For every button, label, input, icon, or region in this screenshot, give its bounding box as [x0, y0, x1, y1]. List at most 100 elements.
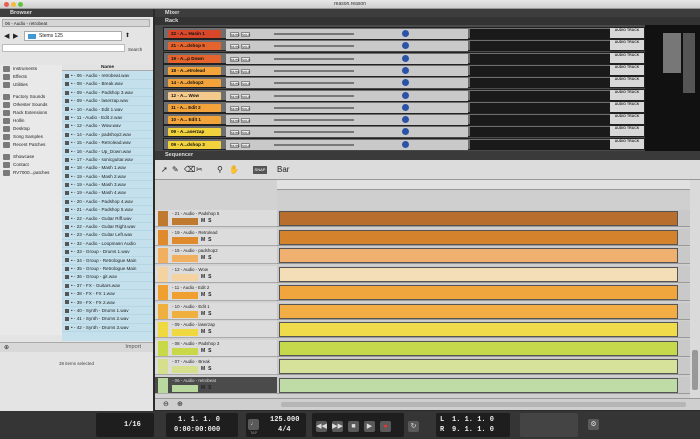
mute-button[interactable]: MUTE: [230, 56, 240, 62]
tap-label[interactable]: TAP: [250, 431, 257, 435]
zoom-out-icon[interactable]: ⊖: [163, 400, 169, 408]
track-mute-button[interactable]: M: [201, 311, 205, 317]
play-button[interactable]: ▶: [364, 421, 375, 432]
mute-button[interactable]: MUTE: [230, 142, 240, 148]
metronome-icon[interactable]: ♩: [248, 419, 259, 430]
location-item[interactable]: Instruments: [0, 65, 62, 73]
track-solo-button[interactable]: S: [208, 311, 211, 317]
location-item[interactable]: Orkester Sounds: [0, 101, 62, 109]
audio-clip[interactable]: [279, 322, 678, 337]
level-fader[interactable]: [274, 143, 354, 146]
audio-clip[interactable]: [279, 359, 678, 374]
track-name[interactable]: - 08 - Audio - Padshop 3: [172, 341, 219, 346]
file-list-item[interactable]: • - 09 - Audio - laserzap.wav: [62, 97, 153, 106]
file-list-item[interactable]: • - 23 - Audio - Guitar Left.wav: [62, 231, 153, 240]
sequencer-track[interactable]: - 09 - Audio - laserzap M S: [155, 321, 277, 338]
location-item[interactable]: Recent Patches: [0, 141, 62, 149]
position-display[interactable]: 1. 1. 1. 0 0:00:00:000: [166, 413, 238, 437]
audio-clip[interactable]: [279, 266, 678, 282]
file-list-item[interactable]: • - 09 - Audio - Padshop 3.wav: [62, 89, 153, 98]
track-lane[interactable]: [277, 265, 690, 283]
location-item[interactable]: Effects: [0, 73, 62, 81]
file-list-item[interactable]: • - 37 - FX - Guitars.wav: [62, 282, 153, 291]
snap-button[interactable]: SNAP: [253, 166, 267, 174]
track-name[interactable]: - 10 - Audio - Edit 1: [172, 304, 210, 309]
pan-knob[interactable]: [402, 116, 409, 124]
sequencer-track[interactable]: - 07 - Audio - Break M S: [155, 358, 277, 375]
solo-button[interactable]: SOLO: [241, 118, 250, 124]
location-item[interactable]: Hollin: [0, 117, 62, 125]
pan-knob[interactable]: [402, 79, 409, 87]
file-list-item[interactable]: • - 06 - Audio - retrobeat.wav: [62, 72, 153, 81]
track-lane[interactable]: [277, 210, 690, 227]
audio-clip[interactable]: [279, 285, 678, 300]
file-list-item[interactable]: • - 17 - Audio - sonicguitar.wav: [62, 156, 153, 165]
file-list-item[interactable]: • - 39 - FX - FX 2.wav: [62, 299, 153, 307]
vertical-scrollbar[interactable]: [690, 180, 700, 398]
add-icon[interactable]: ⊕: [4, 344, 9, 351]
track-mute-button[interactable]: M: [201, 348, 205, 354]
file-list-item[interactable]: • - 14 - Audio - padshop2.wav: [62, 131, 153, 140]
sequencer-track[interactable]: - 19 - Audio - Retrolead M S: [155, 228, 277, 246]
rack-device[interactable]: 22 - A... Hasin 1 MUTE SOLO AUDIO TRACK: [163, 27, 645, 39]
audio-clip[interactable]: [279, 211, 678, 226]
rack-device[interactable]: 21 - A...dshop 5 MUTE SOLO AUDIO TRACK: [163, 39, 645, 52]
select-tool-icon[interactable]: ➚: [161, 165, 168, 174]
track-name[interactable]: - 21 - Audio - Padshop 5: [172, 211, 219, 216]
track-mute-button[interactable]: M: [201, 385, 205, 391]
track-mute-button[interactable]: M: [201, 255, 205, 261]
file-list-item[interactable]: • - 15 - Audio - Retrolead.wav: [62, 139, 153, 148]
solo-button[interactable]: SOLO: [241, 105, 250, 111]
sequencer-track[interactable]: - 08 - Audio - Padshop 3 MS: [155, 339, 277, 357]
solo-button[interactable]: SOLO: [241, 142, 250, 148]
snap-value-dropdown[interactable]: Bar: [277, 165, 289, 174]
file-list-item[interactable]: • - 41 - Synth - Drums 2.wav: [62, 315, 153, 324]
track-lane[interactable]: [277, 284, 690, 301]
rack-device[interactable]: 12 - A... Wow MUTE SOLO AUDIO TRACK: [163, 88, 645, 101]
level-fader[interactable]: [274, 119, 354, 122]
track-lane[interactable]: [277, 376, 690, 394]
pencil-tool-icon[interactable]: ✎: [172, 165, 179, 174]
location-item[interactable]: RV7000...patches: [0, 169, 62, 177]
track-solo-button[interactable]: S: [208, 274, 211, 280]
track-lane[interactable]: [277, 228, 690, 246]
location-item[interactable]: Desktop: [0, 125, 62, 133]
mute-button[interactable]: MUTE: [230, 118, 240, 124]
import-button[interactable]: Import: [125, 344, 141, 350]
location-item[interactable]: Utilities: [0, 81, 62, 89]
level-fader[interactable]: [274, 106, 354, 109]
track-solo-button[interactable]: S: [208, 329, 211, 335]
sequencer-track[interactable]: - 15 - Audio - padshop2 M S: [155, 247, 277, 264]
file-list-item[interactable]: • - 16 - Audio - Up_Down.wav: [62, 148, 153, 156]
rack-device[interactable]: 09 - A...aserzap MUTE SOLO AUDIO TRACK: [163, 125, 645, 138]
chevron-up-icon[interactable]: ⬆: [125, 32, 130, 39]
sequencer-track[interactable]: - 06 - Audio - retrobeat M S: [155, 376, 277, 394]
rack-device[interactable]: 09 - A...dshop 3 MUTE SOLO AUDIO TRACK: [163, 137, 645, 150]
audio-clip[interactable]: [279, 340, 678, 356]
rack-header[interactable]: Rack: [155, 17, 700, 25]
track-mute-button[interactable]: M: [201, 366, 205, 372]
rack-overview[interactable]: [645, 25, 700, 151]
track-solo-button[interactable]: S: [208, 385, 211, 391]
device-name[interactable]: 22 - A... Hasin 1: [168, 30, 221, 38]
track-solo-button[interactable]: S: [208, 237, 211, 243]
location-item[interactable]: Song Samples: [0, 133, 62, 141]
loop-locators[interactable]: L 1. 1. 1. 0 R 9. 1. 1. 0: [436, 413, 510, 437]
rack-device[interactable]: 10 - A... Edit 1 MUTE SOLO AUDIO TRACK: [163, 113, 645, 126]
mute-button[interactable]: MUTE: [230, 130, 240, 136]
mute-button[interactable]: MUTE: [230, 32, 240, 37]
solo-button[interactable]: SOLO: [241, 81, 250, 87]
location-item[interactable]: Contact: [0, 161, 62, 169]
file-list-item[interactable]: • - 10 - Audio - Edit 1.wav: [62, 106, 153, 114]
track-lane[interactable]: [277, 321, 690, 338]
file-list-item[interactable]: • - 36 - Group - git.wav: [62, 273, 153, 282]
file-list-item[interactable]: • - 19 - Audio - Mash 4.wav: [62, 189, 153, 198]
location-item[interactable]: Showcase: [0, 153, 62, 161]
sequencer-track[interactable]: - 11 - Audio - Edit 2 MS: [155, 284, 277, 301]
rack-device[interactable]: 18 - A...etrolead MUTE SOLO AUDIO TRACK: [163, 63, 645, 76]
track-name[interactable]: - 09 - Audio - laserzap: [172, 322, 215, 327]
file-list-item[interactable]: • - 22 - Audio - Guitar Right.wav: [62, 223, 153, 232]
horizontal-scrollbar[interactable]: [281, 402, 686, 407]
file-list-item[interactable]: • - 08 - Audio - Break.wav: [62, 80, 153, 89]
pan-knob[interactable]: [402, 103, 409, 111]
